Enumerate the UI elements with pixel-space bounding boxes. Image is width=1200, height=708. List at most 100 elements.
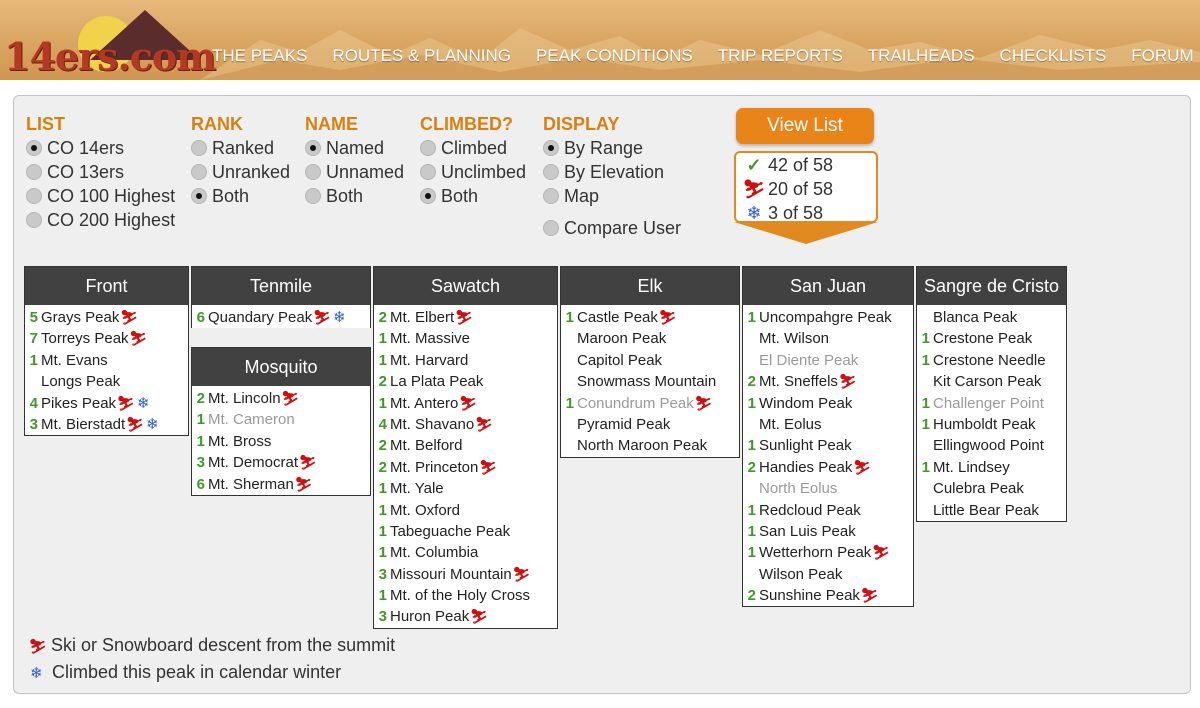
peak-name-link[interactable]: Longs Peak (41, 373, 120, 390)
peak-name-link[interactable]: Capitol Peak (577, 352, 662, 369)
peak-name-link[interactable]: Mt. Bross (208, 433, 271, 450)
peak-name-link[interactable]: Tabeguache Peak (390, 523, 510, 540)
peak-row[interactable]: 6 Quandary Peak⛷ ❄ (192, 307, 370, 328)
peak-row[interactable]: 3 Mt. Democrat⛷ (192, 452, 370, 473)
peak-row[interactable]: 1 Mt. Lindsey (917, 457, 1066, 478)
rank-option-ranked[interactable]: Ranked (191, 136, 290, 160)
peak-name-link[interactable]: Mt. Lincoln (208, 390, 281, 407)
peak-row[interactable]: 1 Mt. Columbia (374, 542, 557, 563)
peak-name-link[interactable]: Quandary Peak (208, 309, 312, 326)
peak-name-link[interactable]: Missouri Mountain (390, 566, 512, 583)
climbed-option-unclimbed[interactable]: Unclimbed (420, 160, 526, 184)
peak-row[interactable]: Kit Carson Peak (917, 371, 1066, 392)
view-list-button[interactable]: View List (736, 108, 874, 144)
peak-name-link[interactable]: La Plata Peak (390, 373, 483, 390)
peak-row[interactable]: 1 Sunlight Peak (743, 435, 913, 456)
peak-name-link[interactable]: Mt. Shavano (390, 416, 474, 433)
peak-row[interactable]: 1 Wetterhorn Peak⛷ (743, 542, 913, 563)
list-option-co200[interactable]: CO 200 Highest (26, 208, 175, 232)
peak-row[interactable]: Mt. Eolus (743, 414, 913, 435)
peak-name-link[interactable]: Wilson Peak (759, 566, 842, 583)
peak-name-link[interactable]: Ellingwood Point (933, 437, 1044, 454)
peak-row[interactable]: 2 Sunshine Peak⛷ (743, 585, 913, 606)
peak-row[interactable]: 7 Torreys Peak⛷ (25, 328, 188, 349)
peak-name-link[interactable]: San Luis Peak (759, 523, 856, 540)
name-option-named[interactable]: Named (305, 136, 404, 160)
peak-row[interactable]: 3 Missouri Mountain⛷ (374, 564, 557, 585)
peak-name-link[interactable]: Humboldt Peak (933, 416, 1036, 433)
peak-name-link[interactable]: Blanca Peak (933, 309, 1017, 326)
peak-row[interactable]: 1 Mt. of the Holy Cross (374, 585, 557, 606)
peak-row[interactable]: Culebra Peak (917, 478, 1066, 499)
rank-option-unranked[interactable]: Unranked (191, 160, 290, 184)
peak-name-link[interactable]: Maroon Peak (577, 330, 666, 347)
rank-option-both[interactable]: Both (191, 184, 290, 208)
peak-row[interactable]: Ellingwood Point (917, 435, 1066, 456)
peak-row[interactable]: 1 Mt. Yale (374, 478, 557, 499)
peak-name-link[interactable]: Mt. Oxford (390, 502, 460, 519)
peak-name-link[interactable]: Pikes Peak (41, 395, 116, 412)
peak-name-link[interactable]: Windom Peak (759, 395, 852, 412)
peak-name-link[interactable]: Sunlight Peak (759, 437, 852, 454)
peak-row[interactable]: Longs Peak (25, 371, 188, 392)
peak-name-link[interactable]: Crestone Peak (933, 330, 1032, 347)
peak-name-link[interactable]: Little Bear Peak (933, 502, 1039, 519)
peak-row[interactable]: 2 Mt. Elbert⛷ (374, 307, 557, 328)
climbed-option-both[interactable]: Both (420, 184, 526, 208)
peak-row[interactable]: 1 Mt. Antero⛷ (374, 393, 557, 414)
peak-row[interactable]: 6 Mt. Sherman⛷ (192, 474, 370, 495)
peak-row[interactable]: 1 San Luis Peak (743, 521, 913, 542)
peak-name-link[interactable]: Snowmass Mountain (577, 373, 716, 390)
compare-user-option[interactable]: Compare User (543, 216, 681, 240)
peak-name-link[interactable]: Mt. Antero (390, 395, 458, 412)
peak-name-link[interactable]: Conundrum Peak (577, 395, 694, 412)
display-option-by-range[interactable]: By Range (543, 136, 681, 160)
peak-name-link[interactable]: Crestone Needle (933, 352, 1046, 369)
peak-name-link[interactable]: Mt. of the Holy Cross (390, 587, 530, 604)
peak-name-link[interactable]: Uncompahgre Peak (759, 309, 892, 326)
peak-row[interactable]: Little Bear Peak (917, 500, 1066, 521)
peak-row[interactable]: 4 Pikes Peak⛷ ❄ (25, 393, 188, 414)
peak-name-link[interactable]: El Diente Peak (759, 352, 858, 369)
peak-row[interactable]: Blanca Peak (917, 307, 1066, 328)
peak-row[interactable]: 1 Windom Peak (743, 393, 913, 414)
peak-name-link[interactable]: Pyramid Peak (577, 416, 670, 433)
peak-row[interactable]: 3 Mt. Bierstadt⛷ ❄ (25, 414, 188, 435)
peak-name-link[interactable]: Mt. Princeton (390, 459, 478, 476)
peak-row[interactable]: 1 Mt. Harvard (374, 350, 557, 371)
peak-row[interactable]: 2 Handies Peak⛷ (743, 457, 913, 478)
peak-row[interactable]: Capitol Peak (561, 350, 739, 371)
peak-name-link[interactable]: Mt. Columbia (390, 544, 478, 561)
peak-row[interactable]: Snowmass Mountain (561, 371, 739, 392)
peak-row[interactable]: 2 Mt. Belford (374, 435, 557, 456)
nav-trailheads[interactable]: TRAILHEADS (868, 46, 975, 66)
peak-row[interactable]: 1 Conundrum Peak⛷ (561, 393, 739, 414)
peak-row[interactable]: 3 Huron Peak⛷ (374, 606, 557, 627)
peak-row[interactable]: 4 Mt. Shavano⛷ (374, 414, 557, 435)
peak-row[interactable]: 1 Mt. Oxford (374, 500, 557, 521)
peak-name-link[interactable]: Mt. Wilson (759, 330, 829, 347)
peak-row[interactable]: 1 Tabeguache Peak (374, 521, 557, 542)
peak-name-link[interactable]: Mt. Evans (41, 352, 108, 369)
peak-row[interactable]: 1 Mt. Evans (25, 350, 188, 371)
peak-row[interactable]: 1 Challenger Point (917, 393, 1066, 414)
peak-row[interactable]: 1 Uncompahgre Peak (743, 307, 913, 328)
peak-row[interactable]: 1 Humboldt Peak (917, 414, 1066, 435)
peak-row[interactable]: 2 Mt. Lincoln⛷ (192, 388, 370, 409)
nav-forum[interactable]: FORUM (1131, 46, 1193, 66)
peak-name-link[interactable]: Mt. Sneffels (759, 373, 838, 390)
peak-name-link[interactable]: Huron Peak (390, 608, 469, 625)
peak-name-link[interactable]: Mt. Harvard (390, 352, 468, 369)
peak-name-link[interactable]: Handies Peak (759, 459, 852, 476)
peak-name-link[interactable]: Sunshine Peak (759, 587, 860, 604)
peak-name-link[interactable]: Mt. Elbert (390, 309, 454, 326)
peak-row[interactable]: 2 Mt. Sneffels⛷ (743, 371, 913, 392)
nav-trip-reports[interactable]: TRIP REPORTS (718, 46, 843, 66)
peak-row[interactable]: El Diente Peak (743, 350, 913, 371)
peak-name-link[interactable]: Challenger Point (933, 395, 1044, 412)
peak-row[interactable]: North Maroon Peak (561, 435, 739, 456)
peak-name-link[interactable]: Culebra Peak (933, 480, 1024, 497)
climbed-option-climbed[interactable]: Climbed (420, 136, 526, 160)
peak-name-link[interactable]: Torreys Peak (41, 330, 129, 347)
nav-checklists[interactable]: CHECKLISTS (1000, 46, 1107, 66)
